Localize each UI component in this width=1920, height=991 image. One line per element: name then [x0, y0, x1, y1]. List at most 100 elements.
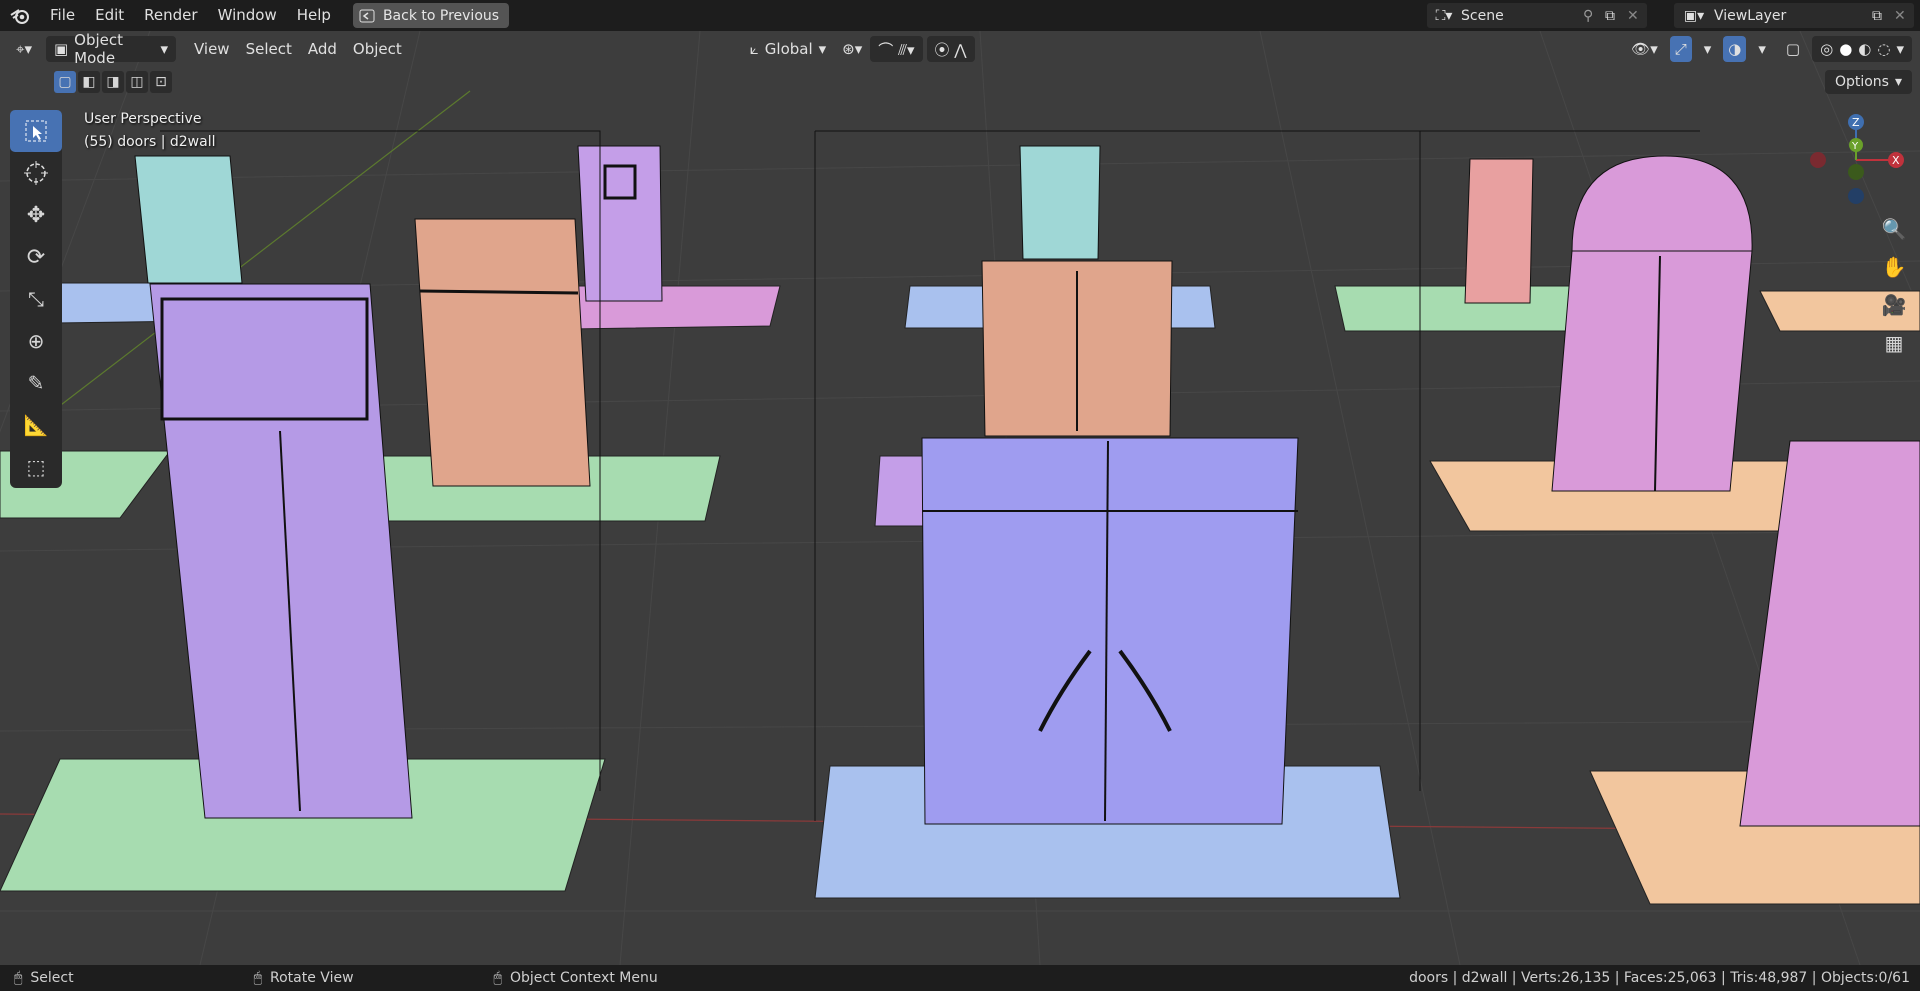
view-layer-selector[interactable]: ▣▾ ViewLayer ⧉ ✕ [1674, 3, 1914, 28]
navigation-gizmo[interactable]: Z Y X [1800, 110, 1910, 210]
options-label: Options [1834, 74, 1889, 90]
select-intersect-icon[interactable]: ⊡ [150, 71, 172, 93]
menu-add[interactable]: Add [300, 36, 345, 62]
menu-help[interactable]: Help [287, 0, 341, 31]
shading-dropdown-icon[interactable]: ▾ [1896, 40, 1904, 58]
scene-render [0, 31, 1920, 965]
gizmo-neg-z-icon [1848, 188, 1864, 204]
zoom-icon[interactable]: 🔍 [1874, 210, 1914, 248]
snap-icon[interactable]: ⌒ ⫻▾ [870, 36, 923, 62]
rotate-tool-icon[interactable]: ⟳ [10, 236, 62, 278]
selection-mode-buttons: ▢ ◧ ◨ ◫ ⊡ [54, 71, 172, 93]
door-cyan [134, 155, 243, 284]
back-icon [359, 9, 375, 22]
mode-label: Object Mode [74, 31, 124, 67]
object-mode-icon: ▣ [53, 40, 69, 58]
rendered-shading-icon[interactable]: ◌ [1877, 40, 1890, 58]
options-button[interactable]: Options ▾ [1824, 70, 1912, 94]
wireframe-shading-icon[interactable]: ◎ [1820, 40, 1833, 58]
scene-statistics: doors | d2wall | Verts:26,135 | Faces:25… [1409, 970, 1910, 986]
status-bar: 🖱 Select 🖱 Rotate View 🖱 Object Context … [0, 965, 1920, 991]
mode-selector[interactable]: ▣ Object Mode ▾ [45, 31, 176, 67]
visibility-icon[interactable]: 👁▾ [1623, 36, 1666, 62]
select-new-icon[interactable]: ▢ [54, 71, 76, 93]
mouse-left-icon: 🖱 [14, 970, 23, 986]
menu-select[interactable]: Select [238, 36, 300, 62]
toolbar: ✥ ⟳ ⤡ ⊕ ✎ 📐 ⬚ [10, 110, 62, 488]
status-rotate: 🖱 Rotate View [253, 970, 354, 986]
menu-view[interactable]: View [186, 36, 238, 62]
door-purple-window [577, 145, 663, 302]
3d-viewport[interactable] [0, 31, 1920, 965]
menu-object[interactable]: Object [345, 36, 410, 62]
menu-window[interactable]: Window [208, 0, 287, 31]
pivot-point-icon[interactable]: ⊛▾ [834, 36, 870, 62]
perspective-label: User Perspective [84, 111, 202, 127]
orientation-icon: ⟀ [749, 40, 759, 58]
door-blue [1019, 145, 1101, 260]
door-front-double [921, 437, 1299, 825]
solid-shading-icon[interactable]: ● [1839, 40, 1852, 58]
view-layer-icon: ▣▾ [1683, 7, 1705, 24]
back-to-previous-button[interactable]: Back to Previous [352, 3, 510, 28]
svg-text:X: X [1892, 154, 1900, 167]
xray-icon[interactable]: ▢ [1778, 36, 1808, 62]
menu-render[interactable]: Render [134, 0, 207, 31]
view-layer-name: ViewLayer [1714, 7, 1787, 24]
transform-tool-icon[interactable]: ⊕ [10, 320, 62, 362]
svg-text:Y: Y [1851, 141, 1859, 152]
viewport-header: ⌖▾ ▣ Object Mode ▾ View Select Add Objec… [0, 31, 1920, 67]
blender-logo-icon[interactable] [0, 7, 40, 25]
annotate-tool-icon[interactable]: ✎ [10, 362, 62, 404]
gizmo-neg-y-icon [1848, 164, 1864, 180]
new-scene-icon[interactable]: ⧉ [1605, 8, 1627, 24]
menu-edit[interactable]: Edit [85, 0, 134, 31]
add-cube-tool-icon[interactable]: ⬚ [10, 446, 62, 488]
status-select: 🖱 Select [14, 970, 74, 986]
chevron-down-icon: ▾ [818, 40, 827, 58]
shading-modes[interactable]: ◎ ● ◐ ◌ ▾ [1812, 36, 1912, 62]
editor-type-icon[interactable]: ⌖▾ [8, 36, 40, 62]
back-label: Back to Previous [382, 7, 500, 24]
transform-orientation[interactable]: ⟀ Global ▾ [742, 36, 834, 62]
delete-scene-icon[interactable]: ✕ [1627, 8, 1647, 24]
gizmo-neg-x-icon [1810, 152, 1826, 168]
move-tool-icon[interactable]: ✥ [10, 194, 62, 236]
scene-name: Scene [1461, 7, 1504, 24]
material-shading-icon[interactable]: ◐ [1858, 40, 1871, 58]
viewport-info: User Perspective (55) doors | d2wall [84, 108, 215, 154]
select-box-tool-icon[interactable] [10, 110, 62, 152]
scene-selector[interactable]: ⛶▾ Scene ⚲ ⧉ ✕ [1427, 3, 1647, 28]
pin-icon[interactable]: ⚲ [1583, 8, 1605, 24]
navigation-buttons: 🔍 ✋ 🎥 ▦ [1874, 210, 1914, 362]
camera-view-icon[interactable]: 🎥 [1874, 286, 1914, 324]
overlay-toggle-icon[interactable]: ◑ [1723, 36, 1747, 62]
chevron-down-icon: ▾ [160, 40, 168, 58]
gizmo-dropdown-icon[interactable]: ▾ [1696, 36, 1720, 62]
proportional-edit-icon[interactable]: ⦿ ⋀ [926, 36, 975, 62]
gizmo-toggle-icon[interactable]: ⤢ [1669, 36, 1692, 62]
new-view-layer-icon[interactable]: ⧉ [1872, 8, 1894, 24]
measure-tool-icon[interactable]: 📐 [10, 404, 62, 446]
menu-file[interactable]: File [40, 0, 85, 31]
scene-icon: ⛶▾ [1435, 7, 1453, 24]
perspective-toggle-icon[interactable]: ▦ [1874, 324, 1914, 362]
svg-text:Z: Z [1852, 116, 1860, 129]
mouse-middle-icon: 🖱 [253, 970, 263, 986]
mouse-right-icon: 🖱 [493, 970, 502, 986]
delete-view-layer-icon[interactable]: ✕ [1894, 8, 1914, 24]
door-salmon [414, 218, 591, 487]
door-arch-top [1571, 155, 1753, 252]
overlay-dropdown-icon[interactable]: ▾ [1750, 36, 1774, 62]
select-extend-icon[interactable]: ◧ [78, 71, 100, 93]
select-subtract-icon[interactable]: ◨ [102, 71, 124, 93]
select-invert-icon[interactable]: ◫ [126, 71, 148, 93]
cursor-tool-icon[interactable] [10, 152, 62, 194]
pan-hand-icon[interactable]: ✋ [1874, 248, 1914, 286]
chevron-down-icon: ▾ [1894, 74, 1902, 90]
status-context: 🖱 Object Context Menu [493, 970, 658, 986]
door-red [1464, 158, 1534, 304]
scale-tool-icon[interactable]: ⤡ [10, 278, 62, 320]
door-arch [1551, 250, 1753, 492]
top-menu-bar: File Edit Render Window Help Back to Pre… [0, 0, 1920, 31]
